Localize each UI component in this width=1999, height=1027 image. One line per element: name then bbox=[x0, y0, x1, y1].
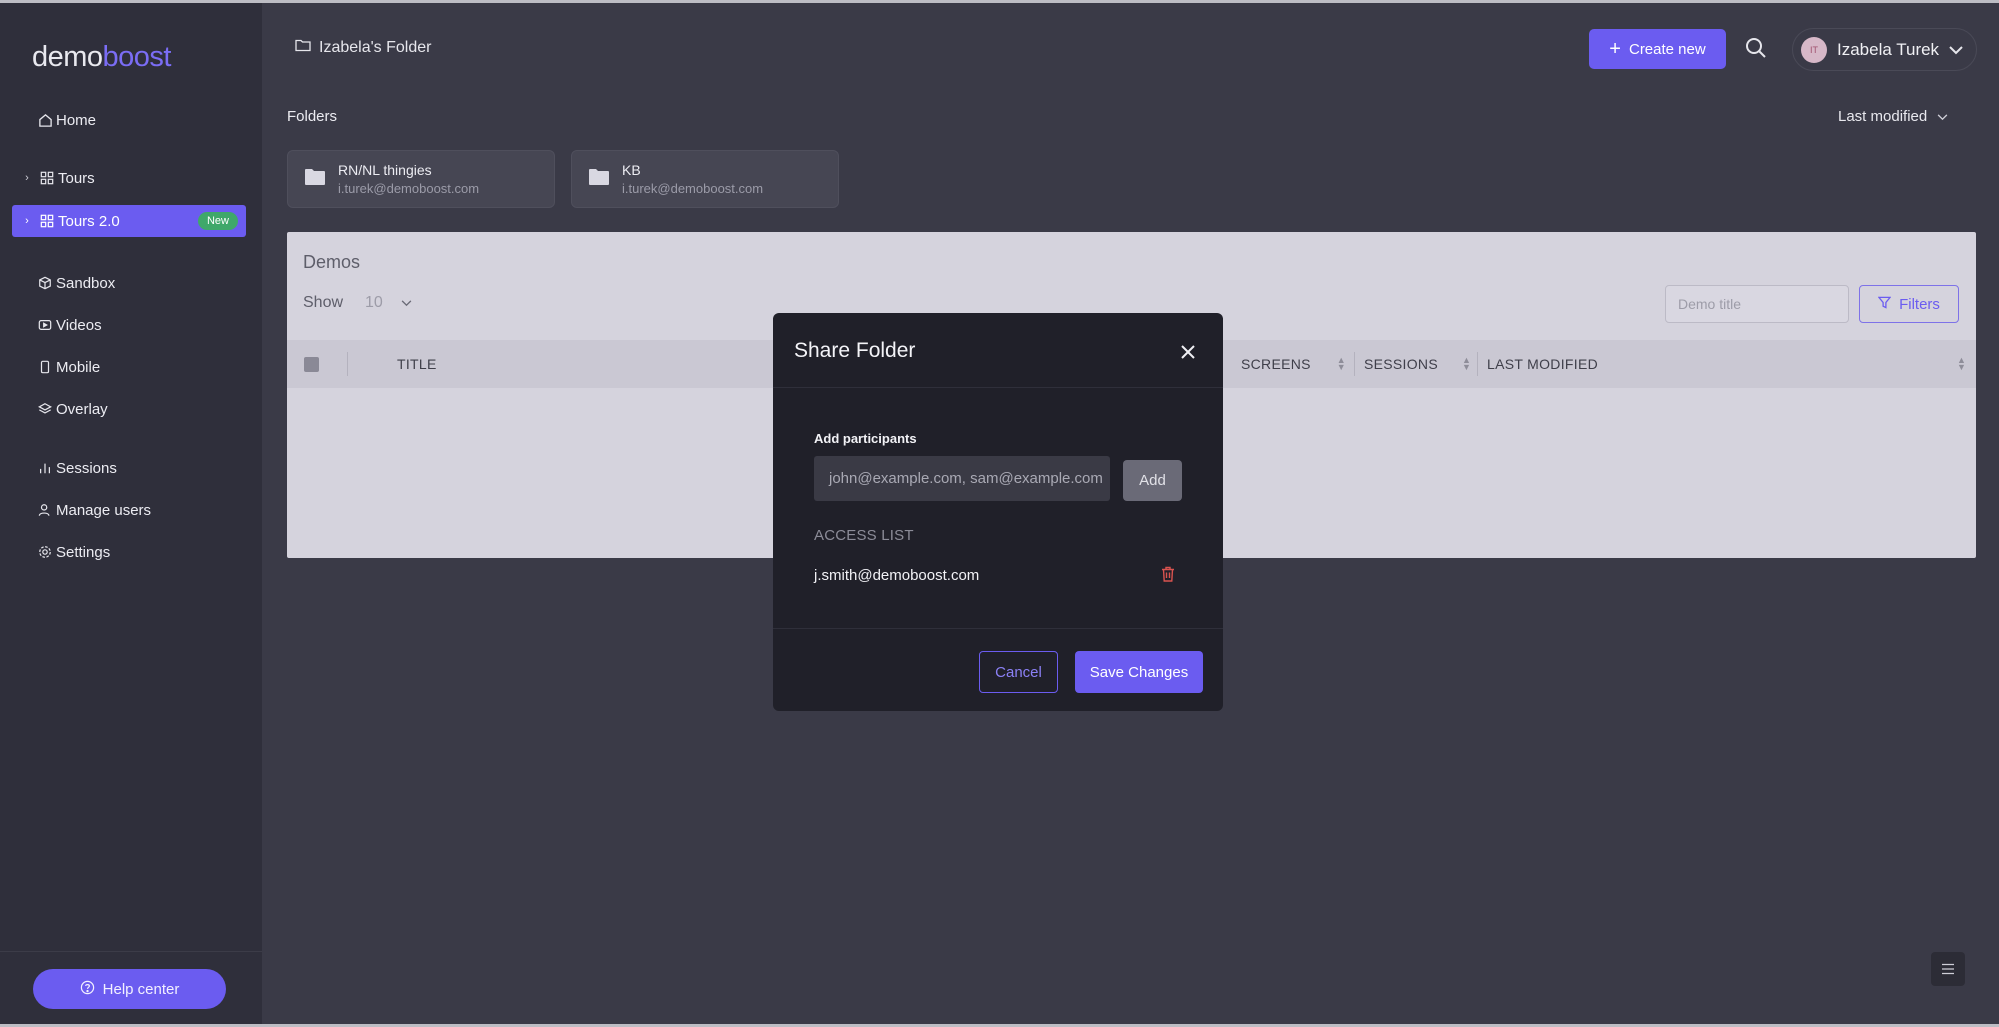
add-participants-label: Add participants bbox=[814, 431, 917, 446]
sort-icon: ▲ ▼ bbox=[1461, 355, 1472, 372]
search-button[interactable] bbox=[1744, 36, 1770, 62]
folder-icon bbox=[304, 168, 326, 191]
filter-icon bbox=[1877, 296, 1892, 313]
sidebar-item-sessions[interactable]: Sessions bbox=[12, 452, 246, 484]
sidebar-item-settings[interactable]: Settings bbox=[12, 536, 246, 568]
sidebar-item-label: Tours 2.0 bbox=[58, 212, 120, 230]
column-header-last-modified[interactable]: LAST MODIFIED bbox=[1487, 340, 1598, 388]
column-header-title[interactable]: TITLE bbox=[397, 340, 437, 388]
column-header-sessions[interactable]: SESSIONS ▲ ▼ bbox=[1364, 340, 1471, 388]
sort-dropdown[interactable]: Last modified bbox=[1838, 108, 1948, 125]
grid-icon bbox=[38, 212, 56, 230]
sidebar-item-label: Settings bbox=[56, 543, 111, 561]
chevron-down-icon bbox=[1937, 108, 1948, 125]
sidebar-item-home[interactable]: Home bbox=[12, 104, 246, 136]
sidebar-item-videos[interactable]: Videos bbox=[12, 309, 246, 341]
bar-chart-icon bbox=[36, 459, 54, 477]
user-icon bbox=[36, 501, 54, 519]
hamburger-icon bbox=[1942, 963, 1954, 975]
window-top-border bbox=[0, 0, 1999, 3]
folder-icon bbox=[588, 168, 610, 191]
breadcrumb: Izabela's Folder bbox=[295, 38, 431, 57]
select-all-checkbox[interactable] bbox=[304, 357, 319, 372]
menu-button[interactable] bbox=[1931, 952, 1965, 986]
sort-icon: ▲ ▼ bbox=[1336, 355, 1347, 372]
folder-name: KB bbox=[622, 162, 641, 178]
sidebar-item-sandbox[interactable]: Sandbox bbox=[12, 267, 246, 299]
column-divider bbox=[1354, 352, 1355, 376]
home-icon bbox=[36, 111, 54, 129]
close-button[interactable] bbox=[1173, 337, 1203, 367]
sidebar-item-tours[interactable]: › Tours bbox=[12, 162, 246, 194]
participants-email-input[interactable]: john@example.com, sam@example.com bbox=[814, 456, 1110, 501]
filters-button[interactable]: Filters bbox=[1859, 285, 1959, 323]
remove-access-button[interactable] bbox=[1159, 565, 1179, 585]
folder-card[interactable]: KB i.turek@demoboost.com bbox=[571, 150, 839, 208]
modal-divider bbox=[773, 628, 1223, 629]
modal-divider bbox=[773, 387, 1223, 388]
access-list-item: j.smith@demoboost.com bbox=[814, 567, 980, 584]
user-name: Izabela Turek bbox=[1837, 39, 1940, 59]
layers-icon bbox=[36, 400, 54, 418]
sidebar-divider bbox=[0, 951, 262, 952]
sidebar: demoboost Home › Tours › Tours 2.0 New S… bbox=[0, 3, 262, 1024]
logo[interactable]: demoboost bbox=[32, 41, 172, 74]
video-icon bbox=[36, 316, 54, 334]
search-icon bbox=[1746, 38, 1766, 58]
save-changes-button[interactable]: Save Changes bbox=[1075, 651, 1203, 693]
demos-heading: Demos bbox=[303, 252, 361, 272]
cube-icon bbox=[36, 274, 54, 292]
modal-title: Share Folder bbox=[794, 339, 916, 362]
column-divider bbox=[347, 352, 348, 376]
mobile-icon bbox=[36, 358, 54, 376]
sidebar-item-label: Tours bbox=[58, 169, 95, 187]
chevron-down-icon bbox=[401, 294, 412, 312]
user-menu[interactable]: IT Izabela Turek bbox=[1792, 28, 1977, 71]
sidebar-item-manage-users[interactable]: Manage users bbox=[12, 494, 246, 526]
help-icon bbox=[80, 980, 95, 999]
add-participant-button[interactable]: Add bbox=[1123, 460, 1182, 501]
new-badge: New bbox=[197, 212, 238, 230]
sidebar-item-label: Home bbox=[56, 111, 97, 129]
help-center-button[interactable]: Help center bbox=[33, 969, 226, 1009]
chevron-right-icon[interactable]: › bbox=[20, 172, 34, 184]
folder-card[interactable]: RN/NL thingies i.turek@demoboost.com bbox=[287, 150, 555, 208]
sidebar-item-overlay[interactable]: Overlay bbox=[12, 393, 246, 425]
grid-icon bbox=[38, 169, 56, 187]
demo-title-search-input[interactable]: Demo title bbox=[1665, 285, 1849, 323]
folder-icon bbox=[295, 38, 311, 57]
folder-owner: i.turek@demoboost.com bbox=[622, 181, 764, 196]
cancel-button[interactable]: Cancel bbox=[979, 651, 1058, 693]
sidebar-item-label: Mobile bbox=[56, 358, 101, 376]
access-list-heading: ACCESS LIST bbox=[814, 527, 914, 544]
page-size-value: 10 bbox=[365, 294, 383, 311]
avatar: IT bbox=[1801, 36, 1827, 63]
gear-icon bbox=[36, 543, 54, 561]
breadcrumb-current: Izabela's Folder bbox=[319, 38, 432, 56]
sort-icon[interactable]: ▲ ▼ bbox=[1957, 356, 1966, 372]
sidebar-item-label: Videos bbox=[56, 316, 102, 334]
chevron-right-icon[interactable]: › bbox=[20, 215, 34, 227]
sidebar-item-label: Sessions bbox=[56, 459, 117, 477]
sidebar-item-label: Sandbox bbox=[56, 274, 116, 292]
column-header-screens[interactable]: SCREENS ▲ ▼ bbox=[1241, 340, 1346, 388]
sidebar-item-tours-2[interactable]: › Tours 2.0 New bbox=[12, 205, 246, 237]
sidebar-item-label: Overlay bbox=[56, 400, 108, 418]
trash-icon bbox=[1162, 566, 1174, 582]
create-new-button[interactable]: + Create new bbox=[1589, 29, 1726, 69]
folders-heading: Folders bbox=[287, 108, 338, 125]
share-folder-modal: Share Folder Add participants john@examp… bbox=[773, 313, 1223, 711]
folder-owner: i.turek@demoboost.com bbox=[338, 181, 480, 196]
folder-name: RN/NL thingies bbox=[338, 162, 432, 178]
close-icon bbox=[1181, 345, 1195, 359]
sidebar-item-label: Manage users bbox=[56, 501, 152, 519]
chevron-down-icon bbox=[1949, 40, 1963, 60]
sidebar-item-mobile[interactable]: Mobile bbox=[12, 351, 246, 383]
plus-icon: + bbox=[1609, 38, 1621, 60]
page-size-selector[interactable]: Show 10 bbox=[303, 294, 412, 312]
column-divider bbox=[1477, 352, 1478, 376]
